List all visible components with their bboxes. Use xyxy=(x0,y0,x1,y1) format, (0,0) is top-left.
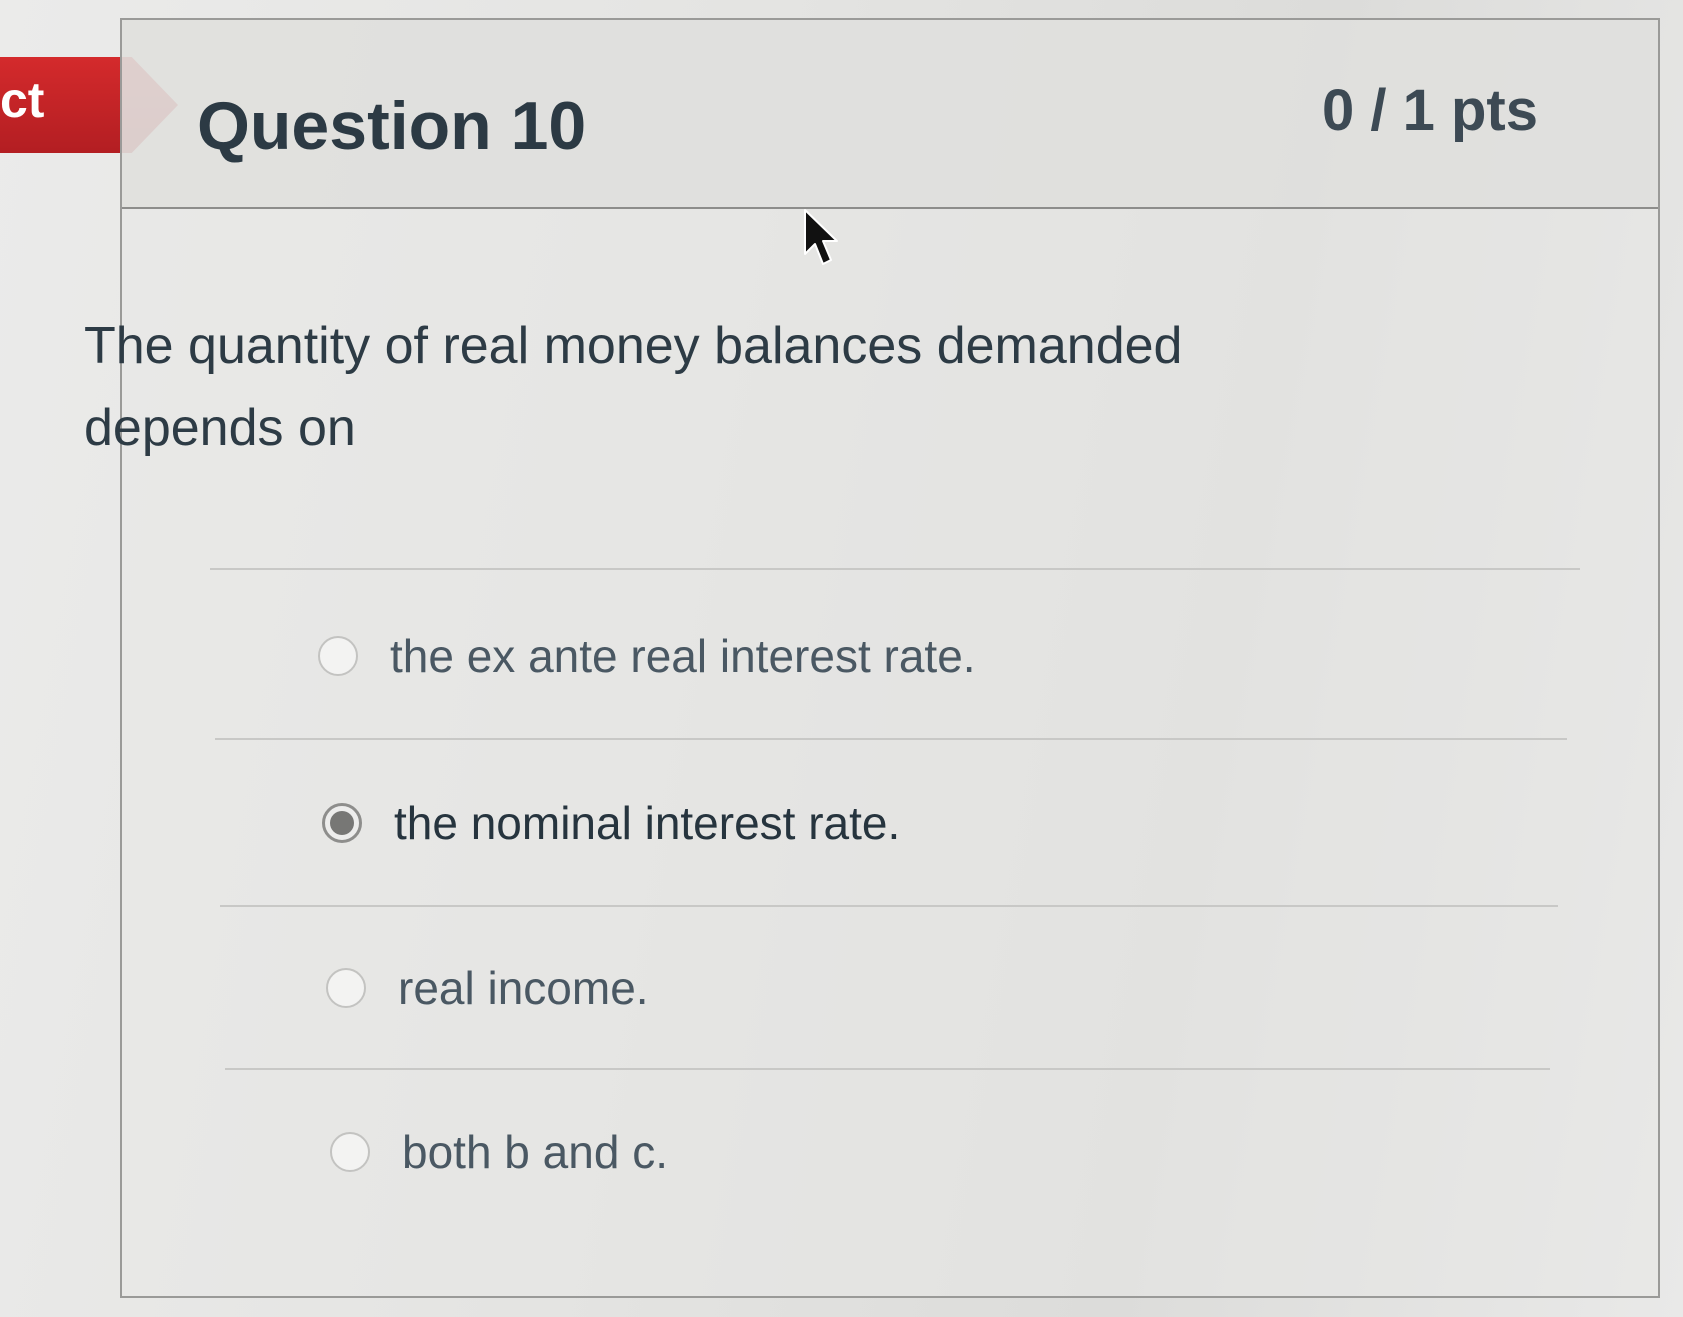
answer-radio-d[interactable] xyxy=(330,1132,370,1172)
question-header: Question 10 0 / 1 pts xyxy=(122,20,1658,209)
answer-option-d[interactable]: both b and c. xyxy=(330,1122,668,1182)
incorrect-flag-label: ct xyxy=(0,72,45,128)
question-title: Question 10 xyxy=(197,88,587,164)
answer-label-d: both b and c. xyxy=(402,1126,668,1178)
question-points: 0 / 1 pts xyxy=(1322,78,1538,143)
answer-label-c: real income. xyxy=(398,962,649,1014)
answer-divider xyxy=(225,1068,1550,1070)
answer-option-b[interactable]: the nominal interest rate. xyxy=(322,793,900,853)
answer-divider xyxy=(210,568,1580,570)
answer-label-b: the nominal interest rate. xyxy=(394,797,901,849)
answer-radio-c[interactable] xyxy=(326,968,366,1008)
answer-radio-b[interactable] xyxy=(322,803,362,843)
answer-label-a: the ex ante real interest rate. xyxy=(390,630,976,682)
answer-divider xyxy=(220,905,1558,907)
answer-option-c[interactable]: real income. xyxy=(326,958,649,1018)
answer-radio-a[interactable] xyxy=(318,636,358,676)
answer-option-a[interactable]: the ex ante real interest rate. xyxy=(318,626,976,686)
answer-divider xyxy=(215,738,1567,740)
question-text: The quantity of real money balances dema… xyxy=(84,317,1183,457)
arrow-pointer-icon xyxy=(804,209,838,265)
